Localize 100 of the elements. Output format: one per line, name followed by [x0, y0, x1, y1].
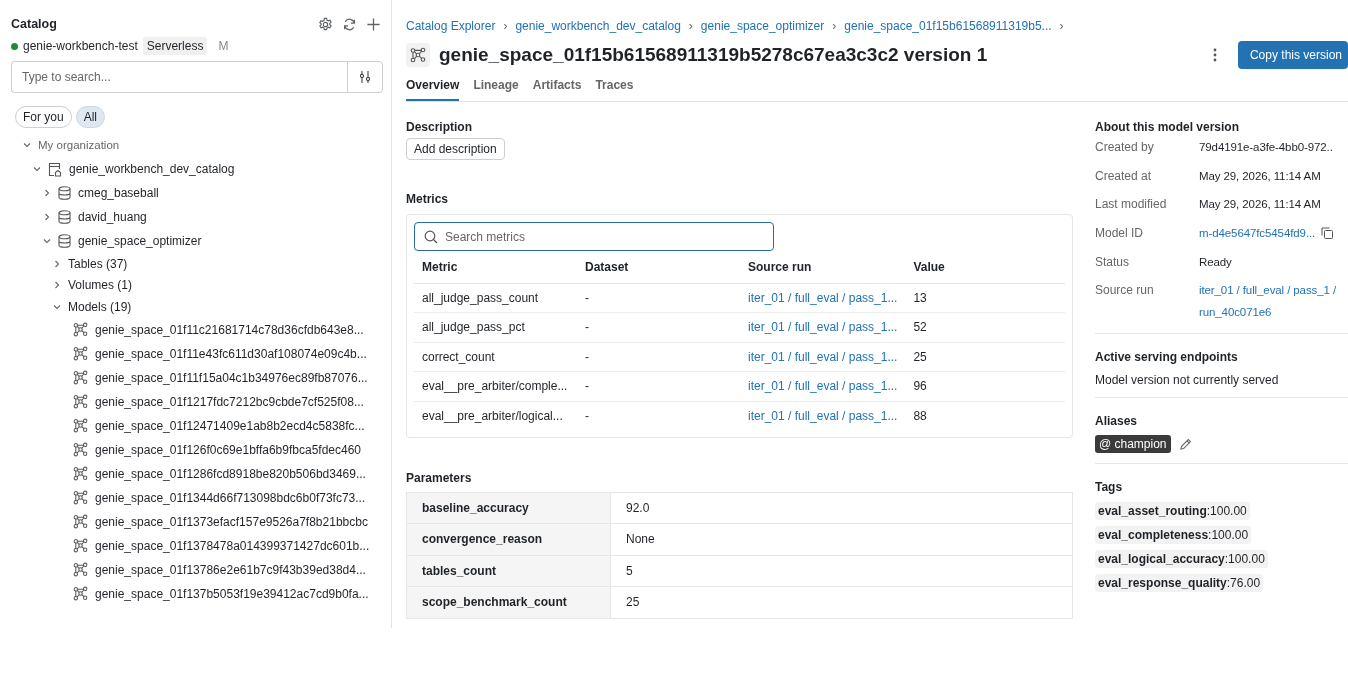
section-heading: Aliases: [1095, 414, 1139, 429]
model-icon: [73, 562, 88, 577]
workspace-name[interactable]: genie-workbench-test: [23, 39, 138, 53]
chevron-right-icon[interactable]: [43, 189, 51, 197]
tree-item[interactable]: Tables (37): [68, 256, 128, 271]
model-icon: [73, 442, 88, 457]
tree-item[interactable]: genie_space_01f1378478a014399371427dc601b...: [95, 538, 370, 553]
model-icon: [73, 466, 88, 481]
tree-item[interactable]: genie_space_01f126f0c69e1bffa6b9fbca5fdec460: [95, 442, 361, 457]
search-field[interactable]: Search metrics: [414, 222, 774, 251]
dataset-cell: -: [585, 320, 589, 335]
tree-item[interactable]: genie_space_01f11f15a04c1b34976ec89fb87076...: [95, 370, 368, 385]
source-run-link[interactable]: iter_01 / full_eval / pass_1 / run_40c071e6: [1199, 279, 1348, 324]
parameter-value: None: [610, 523, 1073, 555]
tag: eval_response_quality:76.00: [1095, 574, 1264, 593]
chevron-down-icon[interactable]: [43, 237, 51, 245]
tree-item[interactable]: genie_space_01f11e43fc611d30af108074e09c4b...: [95, 346, 367, 361]
tree-item[interactable]: genie_space_01f1217fdc7212bc9cbde7cf525f08...: [95, 394, 364, 409]
filter-button[interactable]: [347, 61, 383, 93]
section-heading: About this model version: [1095, 120, 1240, 134]
model-id-link[interactable]: m-d4e5647fc5454fd9...: [1199, 222, 1316, 245]
filter-chip[interactable]: All: [75, 106, 106, 128]
alias-tag[interactable]: @ champion: [1095, 435, 1171, 454]
tree-item[interactable]: Volumes (1): [68, 278, 133, 293]
breadcrumb-link[interactable]: Catalog Explorer: [406, 19, 496, 33]
model-icon: [73, 346, 88, 361]
tree-item[interactable]: genie_workbench_dev_catalog: [69, 162, 235, 176]
tree-item[interactable]: My organization: [38, 139, 120, 151]
tab[interactable]: Lineage: [473, 78, 519, 101]
field-label: Source run: [1095, 283, 1155, 300]
source-run-link[interactable]: iter_01 / full_eval / pass_1...: [748, 320, 898, 335]
refresh-icon[interactable]: [342, 16, 357, 32]
parameter-value: 25: [610, 586, 1073, 618]
chevron-down-icon[interactable]: [53, 302, 61, 311]
settings-icon[interactable]: [318, 16, 333, 32]
model-icon: [410, 47, 426, 63]
edit-icon[interactable]: [1178, 437, 1192, 451]
metric-name: eval__pre_arbiter/comple...: [422, 379, 568, 394]
tree-item[interactable]: david_huang: [78, 210, 147, 224]
dataset-cell: -: [585, 290, 589, 305]
tree-item[interactable]: cmeg_baseball: [78, 186, 159, 200]
tab[interactable]: Traces: [595, 78, 634, 101]
breadcrumb-separator: ›: [832, 19, 837, 33]
tab[interactable]: Overview: [406, 78, 460, 101]
tag: eval_logical_accuracy:100.00: [1095, 550, 1268, 569]
tree-item[interactable]: genie_space_01f1373efacf157e9526a7f8b21bbcbc: [95, 514, 368, 529]
field-value: 79d4191e-a3fe-4bb0-972..: [1199, 140, 1334, 155]
copy-icon[interactable]: [1321, 227, 1334, 240]
tree-item[interactable]: genie_space_01f1286fcd8918be820b506bd3469...: [95, 466, 366, 481]
tree-item[interactable]: genie_space_01f137b5053f19e39412ac7cd9b0fa...: [95, 586, 369, 601]
filter-chip[interactable]: For you: [15, 106, 72, 128]
model-icon: [73, 418, 88, 433]
tree-item[interactable]: Models (19): [68, 299, 132, 314]
compute-badge: Serverless: [142, 37, 208, 55]
chevron-right-icon[interactable]: [53, 259, 61, 268]
catalog-icon: [48, 161, 62, 177]
filter-icon: [359, 70, 371, 84]
tree-item[interactable]: genie_space_01f11c21681714c78d36cfdb643e8...: [95, 322, 364, 337]
chevron-down-icon[interactable]: [23, 141, 31, 149]
section-heading: Active serving endpoints: [1095, 350, 1239, 365]
search-icon: [424, 230, 438, 244]
metric-name: correct_count: [422, 349, 495, 364]
parameter-name: baseline_accuracy: [406, 492, 611, 524]
tree-item[interactable]: genie_space_01f13786e2e61b7c9f43b39ed38d4...: [95, 562, 366, 577]
metric-value: 52: [913, 320, 927, 335]
field-value: Ready: [1199, 254, 1233, 270]
source-run-link[interactable]: iter_01 / full_eval / pass_1...: [748, 290, 898, 305]
tab[interactable]: Artifacts: [532, 78, 582, 101]
column-header: Metric: [422, 259, 458, 274]
source-run-link[interactable]: iter_01 / full_eval / pass_1...: [748, 379, 898, 394]
add-icon[interactable]: [366, 16, 381, 32]
copy-version-button[interactable]: Copy this version: [1237, 41, 1348, 69]
source-run-link[interactable]: iter_01 / full_eval / pass_1...: [748, 409, 898, 423]
breadcrumb-link[interactable]: genie_workbench_dev_catalog: [515, 19, 681, 33]
model-icon: [73, 370, 88, 385]
parameter-name: tables_count: [406, 555, 611, 587]
chevron-down-icon[interactable]: [33, 165, 41, 173]
tree-item[interactable]: genie_space_01f12471409e1ab8b2ecd4c5838fc...: [95, 418, 365, 433]
tree-item[interactable]: genie_space_optimizer: [78, 234, 202, 248]
tree-item[interactable]: genie_space_01f1344d66f713098bdc6b0f73fc73...: [95, 490, 366, 505]
source-run-link[interactable]: iter_01 / full_eval / pass_1...: [748, 349, 898, 364]
metric-name: all_judge_pass_count: [422, 290, 539, 305]
database-icon: [58, 234, 71, 248]
chevron-right-icon[interactable]: [53, 281, 61, 290]
add-description-button[interactable]: Add description: [406, 138, 505, 160]
more-icon[interactable]: [1212, 48, 1217, 62]
metric-value: 13: [913, 290, 927, 305]
field-value: May 29, 2026, 11:14 AM: [1199, 168, 1322, 184]
serving-status: Model version not currently served: [1095, 373, 1280, 388]
metric-name: all_judge_pass_pct: [422, 320, 525, 335]
model-icon: [73, 394, 88, 409]
parameter-value: 5: [610, 555, 1073, 587]
breadcrumb-link[interactable]: genie_space_optimizer: [700, 19, 825, 33]
column-header: Value: [913, 259, 945, 274]
field-label: Model ID: [1095, 226, 1145, 243]
dataset-cell: -: [585, 379, 589, 394]
section-heading: Metrics: [406, 192, 450, 206]
chevron-right-icon[interactable]: [43, 213, 51, 221]
model-icon: [73, 490, 88, 505]
breadcrumb-link[interactable]: genie_space_01f15b61568911319b5...: [844, 19, 1052, 33]
